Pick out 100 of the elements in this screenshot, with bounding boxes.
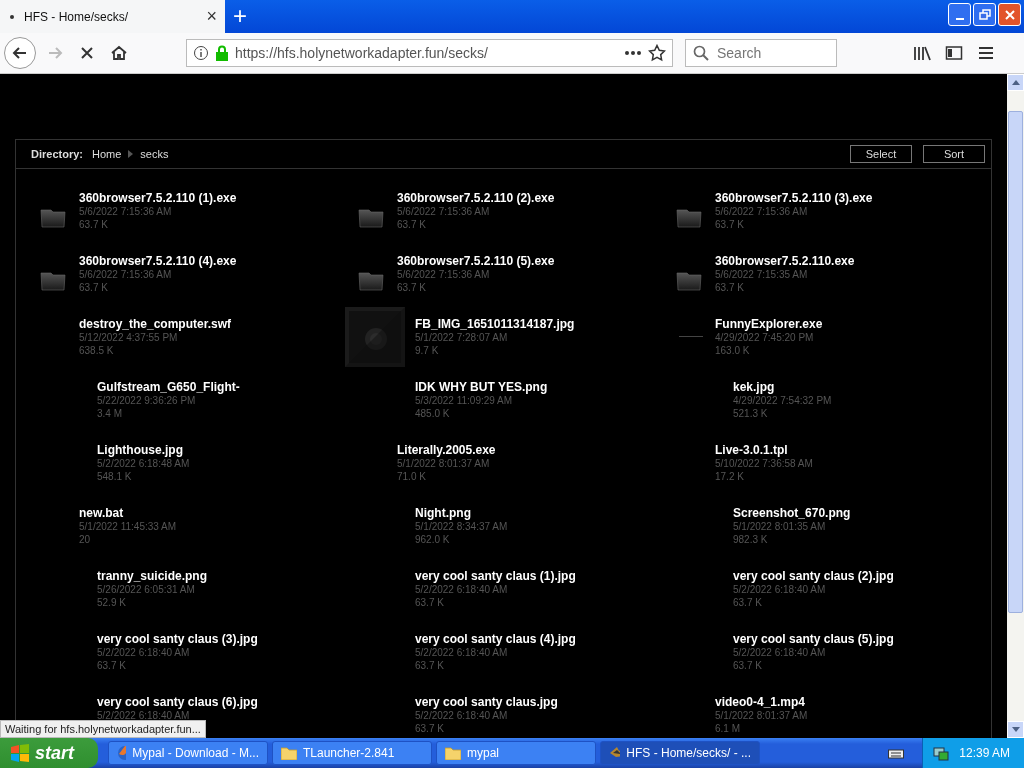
status-bar: Waiting for hfs.holynetworkadapter.fun... — [0, 720, 206, 738]
file-name[interactable]: very cool santy claus (5).jpg — [733, 633, 894, 646]
file-date: 4/29/2022 7:54:32 PM — [733, 394, 832, 407]
file-size: 63.7 K — [415, 596, 445, 609]
scrollbar[interactable] — [1007, 74, 1024, 738]
file-name[interactable]: Gulfstream_G650_Flight- — [97, 381, 240, 394]
file-name[interactable]: 360browser7.5.2.110 (3).exe — [715, 192, 873, 205]
file-date: 5/1/2022 11:45:33 AM — [79, 520, 177, 533]
file-name[interactable]: FB_IMG_1651011314187.jpg — [415, 318, 575, 331]
file-date: 5/22/2022 9:36:26 PM — [97, 394, 197, 407]
toolbar-button[interactable]: Select — [850, 145, 912, 163]
file-name[interactable]: very cool santy claus (4).jpg — [415, 633, 576, 646]
breadcrumb-link[interactable]: secks — [140, 148, 169, 160]
minimize-icon — [955, 17, 964, 20]
toolbar-button[interactable]: Sort — [923, 145, 985, 163]
file-date: 5/3/2022 11:09:29 AM — [415, 394, 514, 407]
taskbar-button[interactable]: mypal — [436, 741, 596, 765]
file-date: 5/2/2022 6:18:40 AM — [415, 583, 509, 596]
file-date: 5/2/2022 6:18:40 AM — [415, 646, 509, 659]
address-bar[interactable]: https://hfs.holynetworkadapter.fun/secks/ — [186, 39, 673, 67]
file-size: 548.1 K — [97, 470, 133, 483]
breadcrumb-link[interactable]: Home — [91, 148, 122, 160]
file-name[interactable]: IDK WHY BUT YES.png — [415, 381, 548, 394]
browser-tab[interactable]: HFS - Home/secks/ × — [0, 0, 225, 33]
file-size: 63.7 K — [415, 659, 445, 672]
file-date: 5/2/2022 6:18:40 AM — [97, 646, 191, 659]
home-icon — [110, 44, 128, 62]
scroll-up-button[interactable] — [1007, 74, 1024, 91]
file-date: 5/10/2022 7:36:58 AM — [715, 457, 813, 470]
file-name[interactable]: new.bat — [79, 507, 177, 520]
breadcrumb-separator-icon — [128, 150, 134, 158]
folder-icon — [445, 746, 461, 760]
file-name[interactable]: 360browser7.5.2.110 (2).exe — [397, 192, 555, 205]
file-name[interactable]: 360browser7.5.2.110 (4).exe — [79, 255, 237, 268]
scroll-down-button[interactable] — [1007, 721, 1024, 738]
folder-icon — [358, 269, 384, 291]
close-tab-button[interactable]: × — [206, 6, 217, 27]
file-name[interactable]: Lighthouse.jpg — [97, 444, 190, 457]
file-date: 4/29/2022 7:45:20 PM — [715, 331, 815, 344]
file-size: 17.2 K — [715, 470, 745, 483]
file-size: 521.3 K — [733, 407, 769, 420]
down-arrow-icon — [1011, 727, 1020, 732]
file-name[interactable]: Night.png — [415, 507, 508, 520]
file-date: 5/6/2022 7:15:35 AM — [715, 268, 809, 281]
folder-icon — [676, 206, 702, 228]
file-name[interactable]: kek.jpg — [733, 381, 832, 394]
new-tab-button[interactable]: + — [225, 0, 255, 33]
file-name[interactable]: destroy_the_computer.swf — [79, 318, 232, 331]
file-name[interactable]: very cool santy claus (6).jpg — [97, 696, 258, 709]
file-name[interactable]: Literally.2005.exe — [397, 444, 496, 457]
file-size: 52.9 K — [97, 596, 127, 609]
file-name[interactable]: very cool santy claus (3).jpg — [97, 633, 258, 646]
file-date: 5/6/2022 7:15:36 AM — [397, 205, 491, 218]
file-name[interactable]: Screenshot_670.png — [733, 507, 851, 520]
file-size: 485.0 K — [415, 407, 451, 420]
taskbar-button[interactable]: Mypal - Download - M... — [108, 741, 268, 765]
file-name[interactable]: FunnyExplorer.exe — [715, 318, 823, 331]
file-size: 63.7 K — [733, 659, 763, 672]
file-size: 63.7 K — [733, 596, 763, 609]
close-button[interactable] — [998, 3, 1021, 26]
file-size: 163.0 K — [715, 344, 751, 357]
file-size: 63.7 K — [79, 281, 109, 294]
folder-icon — [281, 746, 297, 760]
minimize-button[interactable] — [948, 3, 971, 26]
file-name[interactable]: very cool santy claus.jpg — [415, 696, 558, 709]
close-icon — [1003, 8, 1016, 21]
windows-logo-icon — [10, 744, 30, 762]
page-actions-icon[interactable] — [624, 50, 642, 56]
taskbar-button[interactable]: TLauncher-2.841 — [272, 741, 432, 765]
file-name[interactable]: tranny_suicide.png — [97, 570, 208, 583]
lock-icon — [215, 45, 229, 61]
restore-icon — [978, 8, 991, 21]
scrollbar-thumb[interactable] — [1008, 111, 1023, 613]
start-button[interactable]: start — [0, 738, 98, 768]
keyboard-icon[interactable] — [888, 747, 905, 759]
back-button[interactable] — [4, 37, 36, 69]
file-size: 63.7 K — [397, 281, 427, 294]
taskbar-button[interactable]: HFS - Home/secks/ - ... — [600, 741, 760, 765]
search-icon — [693, 45, 709, 61]
file-name[interactable]: very cool santy claus (1).jpg — [415, 570, 576, 583]
folder-icon — [40, 269, 66, 291]
file-date: 5/2/2022 6:18:40 AM — [97, 709, 191, 722]
file-size: 982.3 K — [733, 533, 769, 546]
restore-button[interactable] — [973, 3, 996, 26]
file-name[interactable]: video0-4_1.mp4 — [715, 696, 808, 709]
network-icon[interactable] — [933, 745, 950, 761]
file-size: 63.7 K — [97, 659, 127, 672]
clock: 12:39 AM — [959, 746, 1010, 760]
file-name[interactable]: 360browser7.5.2.110 (1).exe — [79, 192, 237, 205]
file-date: 5/1/2022 8:01:37 AM — [715, 709, 808, 722]
file-name[interactable]: 360browser7.5.2.110.exe — [715, 255, 855, 268]
file-name[interactable]: 360browser7.5.2.110 (5).exe — [397, 255, 555, 268]
file-size: 20 — [79, 533, 92, 546]
file-name[interactable]: very cool santy claus (2).jpg — [733, 570, 894, 583]
directory-label: Directory: — [31, 148, 83, 160]
star-icon[interactable] — [648, 44, 666, 62]
file-date: 5/2/2022 6:18:40 AM — [733, 646, 827, 659]
folder-icon — [358, 206, 384, 228]
search-field[interactable]: Search — [685, 39, 837, 67]
file-name[interactable]: Live-3.0.1.tpl — [715, 444, 813, 457]
